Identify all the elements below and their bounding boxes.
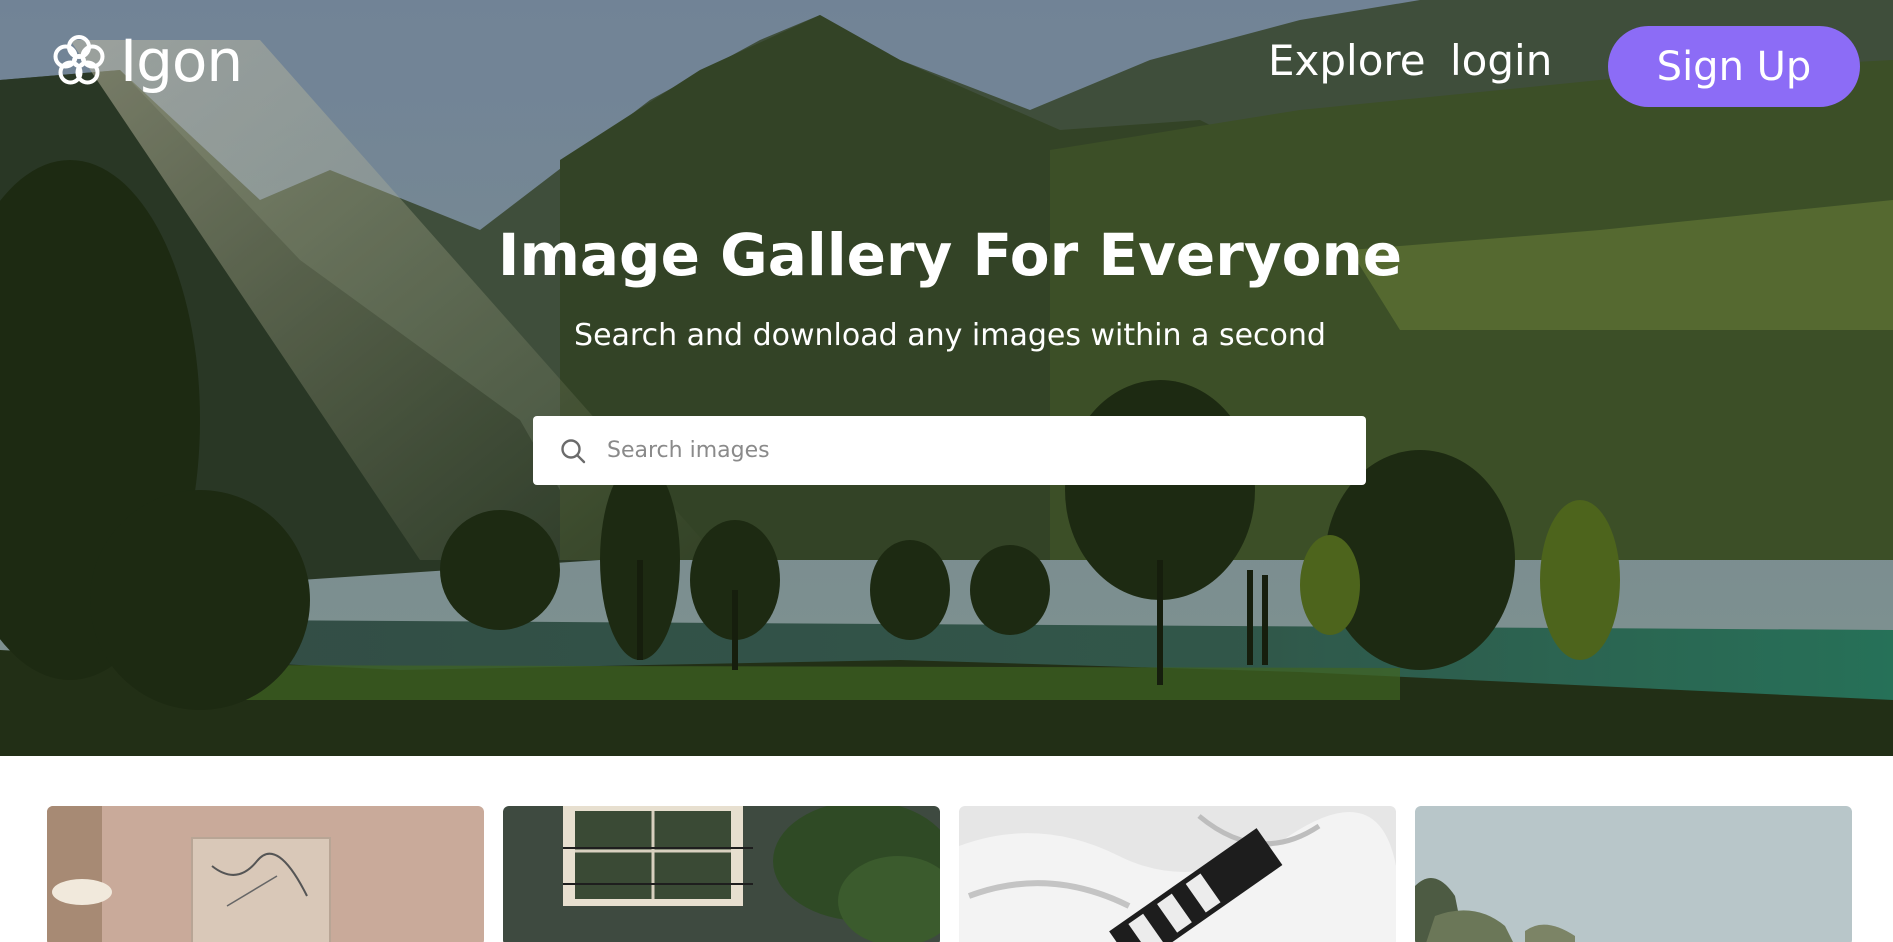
gallery-image-card[interactable] [503, 806, 940, 942]
fabric-bw-image [959, 806, 1396, 942]
gallery-image-card[interactable] [47, 806, 484, 942]
search-input[interactable] [607, 416, 1366, 485]
hero-title: Image Gallery For Everyone [497, 221, 1403, 289]
brand-name: Igon [120, 27, 243, 95]
search-bar[interactable] [533, 416, 1366, 485]
nav-explore-link[interactable]: Explore [1268, 40, 1426, 82]
nav-login-link[interactable]: login [1450, 40, 1552, 82]
hero-section: Igon Explore login Sign Up Image Gallery… [0, 0, 1893, 756]
signup-button[interactable]: Sign Up [1608, 26, 1860, 107]
gallery-image-card[interactable] [1415, 806, 1852, 942]
hero-subtitle: Search and download any images within a … [574, 318, 1326, 353]
window-plants-image [503, 806, 940, 942]
interior-art-image [47, 806, 484, 942]
sky-trees-image [1415, 806, 1852, 942]
brand-logo[interactable]: Igon [52, 27, 243, 95]
image-gallery [47, 806, 1853, 942]
flower-icon [53, 35, 105, 85]
search-icon [561, 438, 586, 463]
hero-dark-overlay [0, 0, 1893, 756]
gallery-image-card[interactable] [959, 806, 1396, 942]
